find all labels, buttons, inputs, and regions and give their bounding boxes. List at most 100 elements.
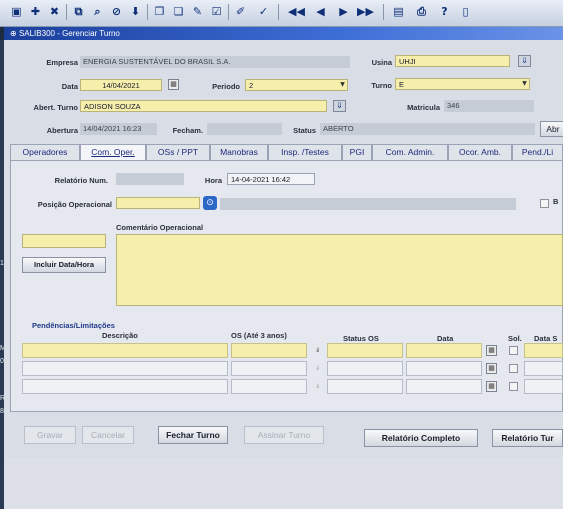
lookup-icon[interactable]: ⊙ (203, 196, 217, 210)
abrir-button[interactable]: Abr (540, 121, 563, 137)
posicao-descricao-field[interactable] (220, 198, 516, 210)
status-field[interactable]: ABERTO (320, 123, 535, 135)
toolbar: ▣ ✚ ✖ ⧉ ⌕ ⊘ ⬇ ❐ ❏ ✎ ☑ ✐ ✓ ◀◀ ◀ ▶ ▶▶ ▤ ⎙ … (0, 0, 563, 27)
fechar-turno-button[interactable]: Fechar Turno (158, 426, 228, 444)
abert-turno-field[interactable]: ADISON SOUZA (80, 100, 327, 112)
exit-icon[interactable]: ▯ (458, 4, 473, 19)
clear-icon[interactable]: ⊘ (109, 4, 124, 19)
pendencia-status-os[interactable] (327, 361, 403, 376)
relatorio-turno-button[interactable]: Relatório Tur (492, 429, 563, 447)
os-lov-icon[interactable]: ⇓ (313, 346, 322, 356)
incluir-data-hora-button[interactable]: Incluir Data/Hora (22, 257, 106, 273)
abert-turno-lov-button[interactable]: ⇓ (333, 100, 346, 112)
col-data-s: Data S (534, 334, 558, 343)
usina-lov-button[interactable]: ⇓ (518, 55, 531, 67)
relatorio-field[interactable] (116, 173, 184, 185)
data-label: Data (61, 82, 78, 91)
delete-record-icon[interactable]: ✖ (47, 4, 62, 19)
relatorio-completo-button[interactable]: Relatório Completo (364, 429, 478, 447)
tab-pend-lim[interactable]: Pend./Li (512, 144, 563, 160)
pendencia-status-os[interactable] (327, 379, 403, 394)
tab-manobras[interactable]: Manobras (210, 144, 268, 160)
periodo-select[interactable]: 2 (245, 79, 348, 91)
tab-oss-ppt[interactable]: OSs / PPT (146, 144, 210, 160)
previous-record-icon[interactable]: ◀ (313, 4, 328, 19)
pendencia-data[interactable] (406, 361, 482, 376)
pendencia-data-s[interactable] (524, 379, 563, 394)
calendar-icon[interactable]: ▦ (486, 345, 497, 356)
edit-icon[interactable]: ✐ (233, 4, 248, 19)
abertura-field[interactable]: 14/04/2021 16:23 (80, 123, 157, 135)
tab-pgi[interactable]: PGI (342, 144, 372, 160)
pendencia-data[interactable] (406, 379, 482, 394)
paste-special-icon[interactable]: ❏ (171, 4, 186, 19)
calendar-icon[interactable]: ▦ (486, 363, 497, 374)
calendar-icon[interactable]: ▦ (168, 79, 179, 90)
matricula-label: Matricula (407, 103, 440, 112)
sol-checkbox[interactable] (509, 382, 518, 391)
save-icon[interactable]: ▣ (9, 4, 24, 19)
col-os: OS (Até 3 anos) (231, 331, 287, 340)
pendencia-descricao[interactable] (22, 343, 228, 358)
turno-select[interactable]: E (395, 78, 530, 90)
tab-com-admin[interactable]: Com. Admin. (372, 144, 448, 160)
tab-com-oper[interactable]: Com. Oper. (80, 144, 146, 160)
sol-checkbox[interactable] (509, 346, 518, 355)
pendencia-os[interactable] (231, 361, 307, 376)
help-icon[interactable]: ? (437, 4, 452, 19)
fecham-field[interactable] (207, 123, 282, 135)
assinar-turno-button[interactable]: Assinar Turno (244, 426, 324, 444)
relatorio-label: Relatório Num. (54, 176, 108, 185)
b-checkbox[interactable] (540, 199, 549, 208)
os-lov-icon[interactable]: ⇓ (313, 364, 322, 374)
sol-checkbox[interactable] (509, 364, 518, 373)
paste-icon[interactable]: ❐ (152, 4, 167, 19)
matricula-field[interactable]: 346 (444, 100, 534, 112)
pendencia-data-s[interactable] (524, 343, 563, 358)
tab-operadores[interactable]: Operadores (10, 144, 80, 160)
first-record-icon[interactable]: ◀◀ (288, 4, 305, 19)
edit-icon[interactable]: ✎ (190, 4, 205, 19)
tab-insp-testes[interactable]: Insp. /Testes (268, 144, 342, 160)
copy-icon[interactable]: ⧉ (71, 4, 86, 19)
lock-icon[interactable]: ▤ (391, 4, 406, 19)
query-icon[interactable]: ⌕ (90, 4, 105, 19)
pendencia-status-os[interactable] (327, 343, 403, 358)
status-label: Status (293, 126, 316, 135)
pendencia-descricao[interactable] (22, 361, 228, 376)
download-icon[interactable]: ⬇ (128, 4, 143, 19)
periodo-label: Periodo (212, 82, 240, 91)
usina-field[interactable]: UHJI (395, 55, 510, 67)
calendar-icon[interactable]: ▦ (486, 381, 497, 392)
pendencia-os[interactable] (231, 379, 307, 394)
cancelar-button[interactable]: Cancelar (82, 426, 134, 444)
last-record-icon[interactable]: ▶▶ (357, 4, 374, 19)
pendencia-descricao[interactable] (22, 379, 228, 394)
pendencia-data[interactable] (406, 343, 482, 358)
print-icon[interactable]: ⎙ (414, 4, 429, 19)
chevron-down-icon[interactable]: ▼ (520, 79, 529, 89)
insert-record-icon[interactable]: ✚ (28, 4, 43, 19)
window-title: ⊕ SALIB300 - Gerenciar Turno (4, 27, 563, 40)
os-lov-icon[interactable]: ⇓ (313, 382, 322, 392)
pendencia-data-s[interactable] (524, 361, 563, 376)
tab-ocor-amb[interactable]: Ocor. Amb. (448, 144, 512, 160)
chevron-down-icon[interactable]: ▼ (338, 80, 347, 90)
next-record-icon[interactable]: ▶ (336, 4, 351, 19)
window-title-text: SALIB300 - Gerenciar Turno (18, 29, 120, 38)
pendencia-os[interactable] (231, 343, 307, 358)
comentario-textarea[interactable] (116, 234, 563, 306)
posicao-label: Posição Operacional (37, 200, 112, 209)
comentario-label: Comentário Operacional (116, 223, 204, 232)
data-field[interactable]: 14/04/2021 (80, 79, 162, 91)
hora-field[interactable]: 14-04-2021 16:42 (227, 173, 315, 185)
posicao-field[interactable] (116, 197, 200, 209)
checklist-icon[interactable]: ✓ (256, 4, 271, 19)
col-descricao: Descrição (102, 331, 138, 340)
gravar-button[interactable]: Gravar (24, 426, 76, 444)
checklist-icon[interactable]: ☑ (209, 4, 224, 19)
hora-label: Hora (204, 176, 222, 185)
empresa-field[interactable]: ENERGIA SUSTENTÁVEL DO BRASIL S.A. (80, 56, 350, 68)
data-hora-field[interactable] (22, 234, 106, 248)
turno-label: Turno (371, 81, 392, 90)
